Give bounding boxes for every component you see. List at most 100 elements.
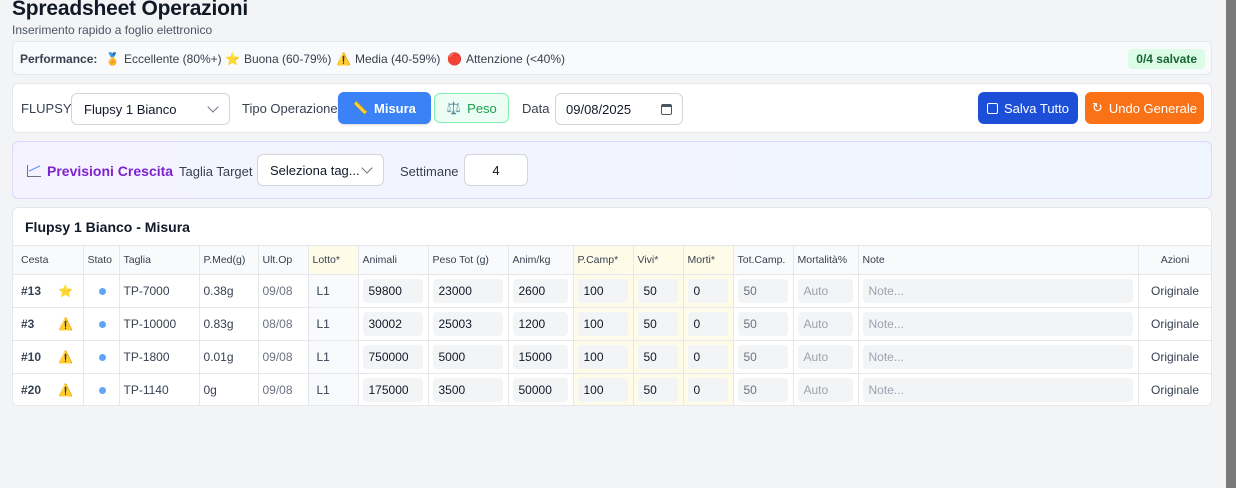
table-row: #10 ⚠️ TP-1800 0.01g 09/08 L1 750000 5000 15000 1…	[13, 340, 1211, 374]
date-input-value: 09/08/2025	[566, 101, 632, 117]
peso-tot-cell: 23000	[428, 274, 509, 308]
lotto-cell[interactable]: L1	[308, 373, 359, 405]
lotto-cell[interactable]: L1	[308, 307, 359, 341]
column-header: Vivi*	[633, 245, 684, 275]
table-header-row: Cesta Stato Taglia P.Med(g) Ult.Op Lotto* Anim…	[13, 245, 1211, 275]
peso-tot-input[interactable]: 3500	[432, 378, 503, 402]
morti-cell: 0	[683, 340, 734, 374]
table-row: #13 ⭐ TP-7000 0.38g 09/08 L1 59800 23000 2600 100…	[13, 274, 1211, 308]
cesta-cell: #13 ⭐	[13, 274, 84, 308]
animali-input[interactable]: 59800	[362, 279, 423, 303]
note-input[interactable]: Note...	[862, 378, 1133, 402]
animali-input[interactable]: 175000	[362, 378, 423, 402]
azioni-status: Originale	[1150, 317, 1200, 331]
note-input[interactable]: Note...	[862, 312, 1133, 336]
lotto-value: L1	[316, 383, 330, 397]
azioni-cell: Originale	[1138, 373, 1211, 405]
star-icon: ⭐	[58, 284, 73, 298]
mortalita-value: Auto	[797, 378, 853, 402]
chart-icon	[27, 165, 41, 177]
note-input[interactable]: Note...	[862, 345, 1133, 369]
status-dot-icon	[98, 288, 106, 295]
misura-button[interactable]: 📏 Misura	[338, 92, 431, 124]
pcamp-input[interactable]: 100	[577, 279, 628, 303]
legend-eccellente: 🏅 Eccellente (80%+)	[105, 52, 222, 66]
flupsy-select[interactable]: Flupsy 1 Bianco	[71, 93, 230, 125]
column-header: Azioni	[1138, 245, 1211, 275]
animali-input[interactable]: 750000	[362, 345, 423, 369]
anim-kg-input[interactable]: 2600	[512, 279, 568, 303]
morti-cell: 0	[683, 274, 734, 308]
column-header: Stato	[83, 245, 120, 275]
pmed-cell: 0.83g	[199, 307, 259, 341]
column-header: Note	[858, 245, 1139, 275]
tot-camp-value: 50	[737, 312, 788, 336]
peso-button[interactable]: ⚖️ Peso	[434, 93, 509, 123]
cesta-cell: #10 ⚠️	[13, 340, 84, 374]
cesta-id: #13	[21, 284, 42, 298]
morti-input[interactable]: 0	[687, 345, 728, 369]
tot-camp-value: 50	[737, 345, 788, 369]
morti-input[interactable]: 0	[687, 378, 728, 402]
tot-camp-cell: 50	[733, 307, 794, 341]
flupsy-select-value: Flupsy 1 Bianco	[84, 101, 177, 117]
note-input[interactable]: Note...	[862, 279, 1133, 303]
anim-kg-cell: 50000	[508, 373, 574, 405]
azioni-status: Originale	[1150, 284, 1200, 298]
tot-camp-cell: 50	[733, 340, 794, 374]
taglia-target-select[interactable]: Seleziona tag...	[257, 154, 384, 186]
star-icon: ⭐	[225, 52, 240, 66]
lotto-cell[interactable]: L1	[308, 274, 359, 308]
date-input[interactable]: 09/08/2025	[555, 93, 683, 125]
peso-tot-input[interactable]: 23000	[432, 279, 503, 303]
cesta-cell: #20 ⚠️	[13, 373, 84, 405]
flupsy-label: FLUPSY	[21, 101, 72, 116]
legend-media: ⚠️ Media (40-59%)	[336, 52, 440, 66]
lotto-cell[interactable]: L1	[308, 340, 359, 374]
morti-input[interactable]: 0	[687, 312, 728, 336]
controls-bar: FLUPSY Flupsy 1 Bianco Tipo Operazione 📏…	[12, 83, 1212, 133]
mortalita-value: Auto	[797, 279, 853, 303]
column-header: Lotto*	[308, 245, 359, 275]
peso-tot-input[interactable]: 25003	[432, 312, 503, 336]
vivi-input[interactable]: 50	[637, 345, 678, 369]
mortalita-value: Auto	[797, 312, 853, 336]
vivi-input[interactable]: 50	[637, 378, 678, 402]
anim-kg-input[interactable]: 50000	[512, 378, 568, 402]
pcamp-input[interactable]: 100	[577, 378, 628, 402]
morti-input[interactable]: 0	[687, 279, 728, 303]
status-dot-icon	[98, 321, 106, 328]
note-cell: Note...	[858, 373, 1139, 405]
vivi-input[interactable]: 50	[637, 312, 678, 336]
misura-button-label: Misura	[374, 100, 416, 116]
calendar-icon[interactable]	[661, 103, 672, 115]
azioni-cell: Originale	[1138, 274, 1211, 308]
anim-kg-input[interactable]: 15000	[512, 345, 568, 369]
pcamp-cell: 100	[573, 274, 634, 308]
warning-icon: ⚠️	[58, 350, 73, 364]
peso-tot-input[interactable]: 5000	[432, 345, 503, 369]
column-header: P.Med(g)	[199, 245, 259, 275]
column-header: Tot.Camp.	[733, 245, 794, 275]
performance-label: Performance:	[20, 52, 98, 66]
save-all-button[interactable]: Salva Tutto	[978, 92, 1078, 124]
note-cell: Note...	[858, 340, 1139, 374]
undo-all-button[interactable]: ↻ Undo Generale	[1085, 92, 1204, 124]
animali-input[interactable]: 30002	[362, 312, 423, 336]
ultop-cell: 09/08	[258, 373, 309, 405]
vivi-cell: 50	[633, 274, 684, 308]
vivi-cell: 50	[633, 307, 684, 341]
vivi-cell: 50	[633, 373, 684, 405]
lotto-value: L1	[316, 317, 330, 331]
animali-cell: 59800	[358, 274, 429, 308]
animali-cell: 175000	[358, 373, 429, 405]
vertical-scrollbar[interactable]	[1226, 0, 1236, 488]
settimane-input[interactable]: 4	[464, 154, 528, 186]
anim-kg-input[interactable]: 1200	[512, 312, 568, 336]
pcamp-input[interactable]: 100	[577, 345, 628, 369]
mortalita-value: Auto	[797, 345, 853, 369]
chevron-down-icon	[207, 101, 219, 113]
azioni-status: Originale	[1150, 383, 1200, 397]
pcamp-input[interactable]: 100	[577, 312, 628, 336]
vivi-input[interactable]: 50	[637, 279, 678, 303]
